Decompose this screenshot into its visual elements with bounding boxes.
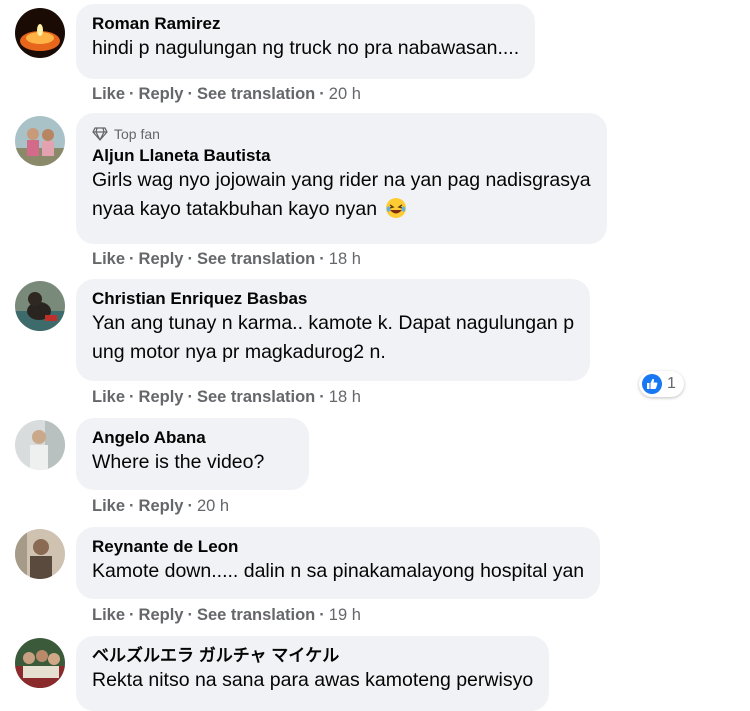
like-button[interactable]: Like: [92, 606, 125, 624]
separator: ·: [319, 85, 325, 103]
separator: ·: [319, 606, 325, 624]
see-translation-button[interactable]: See translation: [197, 606, 315, 624]
children-photo-avatar[interactable]: [15, 116, 65, 166]
separator: ·: [187, 606, 193, 624]
comment-actions: Like · Reply · See translation · 18 h: [92, 387, 361, 407]
comment-text: Kamote down..... dalin n sa pinakamalayo…: [92, 560, 585, 582]
top-fan-badge: Top fan: [92, 126, 591, 142]
comment-text-part: nyaa kayo tatakbuhan kayo nyan: [92, 198, 378, 220]
separator: ·: [319, 388, 325, 406]
comment-bubble: Angelo Abana Where is the video?: [76, 418, 309, 490]
separator: ·: [129, 606, 135, 624]
comment-timestamp[interactable]: 18 h: [329, 388, 361, 406]
reply-button[interactable]: Reply: [139, 250, 184, 268]
comment-timestamp[interactable]: 20 h: [329, 85, 361, 103]
reply-button[interactable]: Reply: [139, 497, 184, 515]
reaction-count[interactable]: 1: [639, 371, 684, 397]
separator: ·: [187, 250, 193, 268]
man-photo-avatar[interactable]: [15, 529, 65, 579]
like-button[interactable]: Like: [92, 250, 125, 268]
person-photo-avatar[interactable]: [15, 420, 65, 470]
separator: ·: [129, 388, 135, 406]
comment-author[interactable]: Aljun Llaneta Bautista: [92, 145, 591, 166]
separator: ·: [129, 497, 135, 515]
comment-timestamp[interactable]: 20 h: [197, 497, 229, 515]
comment-bubble: ベルズルエラ ガルチャ マイケル Rekta nitso na sana par…: [76, 636, 550, 711]
separator: ·: [129, 85, 135, 103]
like-button[interactable]: Like: [92, 85, 125, 103]
badge-label: Top fan: [114, 126, 160, 142]
laughing-emoji-icon: [385, 198, 406, 218]
like-button[interactable]: Like: [92, 388, 125, 406]
like-reaction-icon: [642, 374, 662, 394]
see-translation-button[interactable]: See translation: [197, 250, 315, 268]
comment-text: Rekta nitso na sana para awas kamoteng p…: [92, 669, 534, 691]
separator: ·: [187, 85, 193, 103]
comment-author[interactable]: Reynante de Leon: [92, 536, 584, 557]
comment-text: Girls wag nyo jojowain yang rider na yan…: [92, 169, 591, 191]
comment-text-line: nyaa kayo tatakbuhan kayo nyan: [92, 195, 591, 224]
comment-actions: Like · Reply · See translation · 18 h: [92, 249, 361, 269]
reply-button[interactable]: Reply: [139, 606, 184, 624]
comment-author[interactable]: Roman Ramirez: [92, 13, 519, 34]
comment-author[interactable]: Angelo Abana: [92, 427, 293, 448]
comment-author[interactable]: ベルズルエラ ガルチャ マイケル: [92, 645, 533, 666]
comment-author[interactable]: Christian Enriquez Basbas: [92, 288, 574, 309]
comment-text: ung motor nya pr magkadurog2 n.: [92, 341, 386, 363]
see-translation-button[interactable]: See translation: [197, 388, 315, 406]
dog-photo-avatar[interactable]: [15, 281, 65, 331]
comment-timestamp[interactable]: 18 h: [329, 250, 361, 268]
comment-actions: Like · Reply · See translation · 19 h: [92, 605, 361, 625]
comment-bubble: Roman Ramirez hindi p nagulungan ng truc…: [76, 4, 536, 79]
reply-button[interactable]: Reply: [139, 85, 184, 103]
comment-timestamp[interactable]: 19 h: [329, 606, 361, 624]
diamond-icon: [92, 127, 108, 141]
separator: ·: [187, 388, 193, 406]
comment-bubble: Top fan Aljun Llaneta Bautista Girls wag…: [76, 113, 607, 244]
separator: ·: [129, 250, 135, 268]
candle-avatar[interactable]: [15, 8, 65, 58]
comment-text: Where is the video?: [92, 451, 265, 473]
see-translation-button[interactable]: See translation: [197, 85, 315, 103]
separator: ·: [187, 497, 193, 515]
comment-actions: Like · Reply · See translation · 20 h: [92, 84, 361, 104]
reply-button[interactable]: Reply: [139, 388, 184, 406]
comment-text: Yan ang tunay n karma.. kamote k. Dapat …: [92, 312, 575, 334]
comment-actions: Like · Reply · 20 h: [92, 496, 229, 516]
comment-bubble: Reynante de Leon Kamote down..... dalin …: [76, 527, 601, 599]
comment-bubble: Christian Enriquez Basbas Yan ang tunay …: [76, 279, 591, 381]
group-photo-avatar[interactable]: [15, 638, 65, 688]
comment-text: hindi p nagulungan ng truck no pra nabaw…: [92, 37, 520, 59]
reaction-count-label: 1: [667, 375, 676, 392]
like-button[interactable]: Like: [92, 497, 125, 515]
separator: ·: [319, 250, 325, 268]
